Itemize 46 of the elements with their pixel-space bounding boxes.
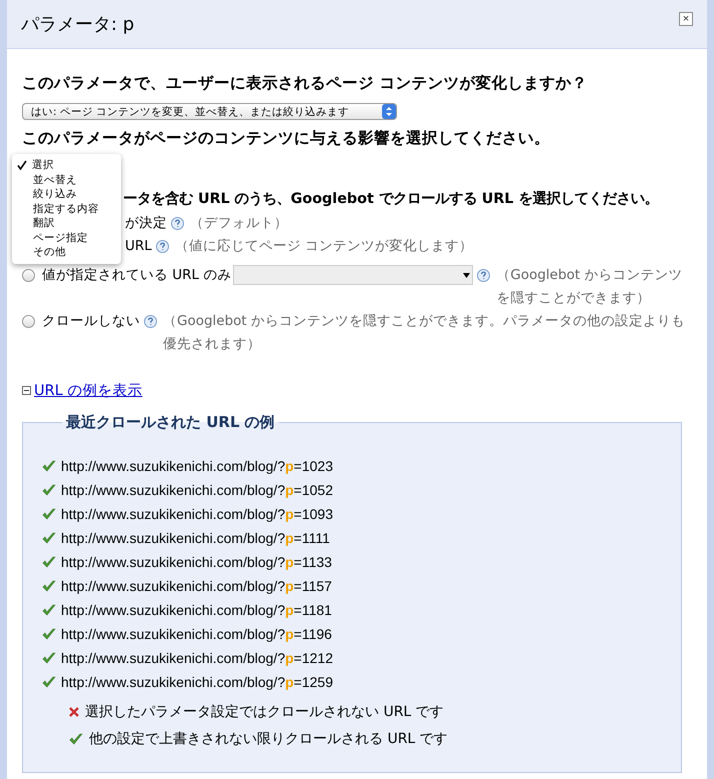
caret-icon — [463, 270, 470, 280]
cross-icon — [69, 706, 79, 716]
example-url: http://www.suzukikenichi.com/blog/?p=1212 — [61, 650, 333, 666]
help-icon[interactable] — [156, 240, 169, 253]
dialog-title: パラメータ: p — [21, 13, 134, 36]
help-icon[interactable] — [171, 217, 184, 230]
check-icon — [69, 732, 83, 744]
example-url: http://www.suzukikenichi.com/blog/?p=1181 — [61, 602, 332, 618]
content-change-select[interactable]: はい: ページ コンテンツを変更、並べ替え、または絞り込みます — [22, 103, 397, 120]
option-label: クロールしない — [42, 312, 140, 331]
option-note: （デフォルト） — [190, 214, 289, 233]
question-text: ータを含む URL のうち、Googlebot でクロールする URL を選択してください。 — [123, 190, 658, 208]
radio-button[interactable] — [22, 269, 35, 282]
example-url: http://www.suzukikenichi.com/blog/?p=1157 — [61, 578, 332, 594]
example-url: http://www.suzukikenichi.com/blog/?p=1196 — [61, 626, 332, 642]
example-url: http://www.suzukikenichi.com/blog/?p=1133 — [61, 554, 332, 570]
example-url: http://www.suzukikenichi.com/blog/?p=1259 — [61, 674, 333, 690]
option-note: （値に応じてページ コンテンツが変化します） — [174, 237, 474, 256]
stepper-arrows-icon — [382, 104, 396, 119]
example-url: http://www.suzukikenichi.com/blog/?p=1111 — [61, 530, 330, 546]
menu-item[interactable]: 絞り込み — [12, 187, 121, 202]
option-note: （Googlebot からコンテンツを隠すことができます） — [496, 266, 684, 308]
example-url: http://www.suzukikenichi.com/blog/?p=1023 — [61, 458, 333, 474]
option-note: （Googlebot からコンテンツを隠すことができます。パラメータの他の設定よりも優先されます） — [163, 312, 686, 354]
radio-button[interactable] — [22, 315, 35, 328]
panel-legend: 最近クロールされた URL の例 — [62, 413, 279, 432]
help-icon[interactable] — [144, 315, 157, 328]
menu-item[interactable]: 選択 — [12, 158, 121, 172]
question-text: このパラメータで、ユーザーに表示されるページ コンテンツが変化しますか？ — [22, 73, 588, 94]
example-url: http://www.suzukikenichi.com/blog/?p=1052 — [61, 482, 333, 498]
option-label: URL — [125, 237, 152, 256]
option-label: 値が指定されている URL のみ — [42, 266, 232, 285]
menu-item[interactable]: 翻訳 — [12, 216, 121, 230]
menu-item[interactable]: その他 — [12, 245, 121, 260]
legend-text: 選択したパラメータ設定ではクロールされない URL です — [85, 702, 444, 720]
close-button[interactable]: × — [679, 12, 693, 26]
help-icon[interactable] — [477, 269, 490, 282]
menu-item[interactable]: 指定する内容 — [12, 202, 121, 216]
menu-item[interactable]: ページ指定 — [12, 230, 121, 245]
question-text: このパラメータがページのコンテンツに与える影響を選択してください。 — [22, 128, 550, 149]
show-examples-link[interactable]: URL の例を表示 — [34, 381, 142, 400]
collapse-icon[interactable] — [22, 386, 31, 395]
menu-item[interactable]: 並べ替え — [12, 172, 121, 187]
option-label: が決定 — [125, 214, 167, 233]
legend-text: 他の設定で上書きされない限りクロールされる URL です — [89, 730, 448, 748]
example-url: http://www.suzukikenichi.com/blog/?p=1093 — [61, 506, 333, 522]
